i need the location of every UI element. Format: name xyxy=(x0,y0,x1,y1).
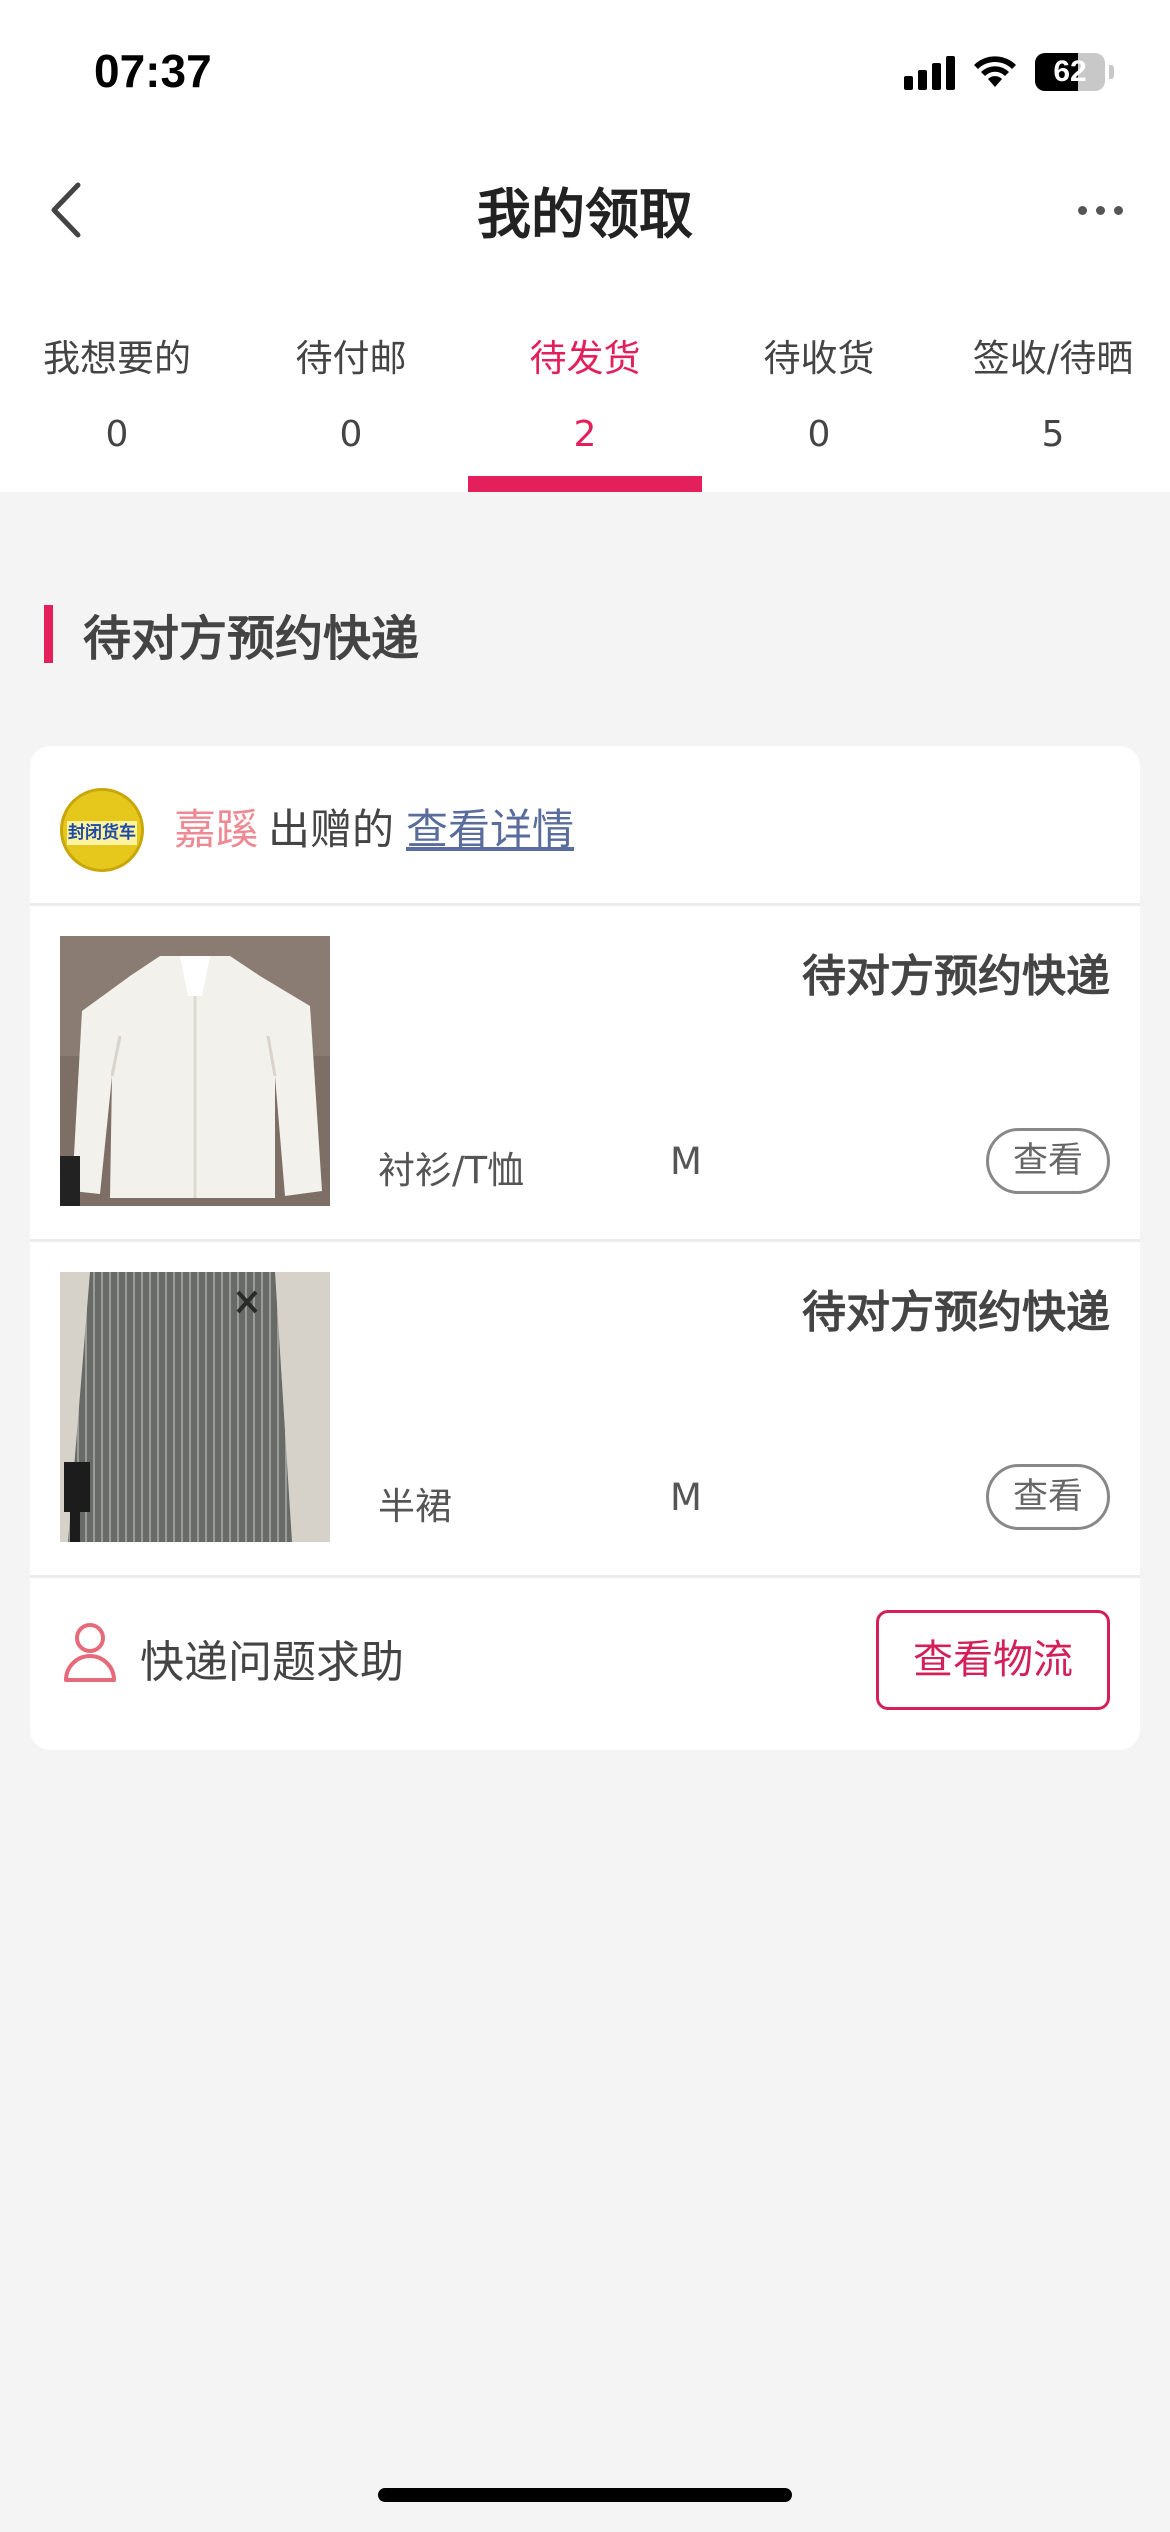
tab-label: 待付邮 xyxy=(295,337,407,380)
status-tabs: 我想要的 0 待付邮 0 待发货 2 待收货 0 签收/待晒 5 xyxy=(0,280,1170,492)
tab-count: 0 xyxy=(807,414,831,455)
tab-count: 5 xyxy=(1041,414,1065,455)
tab-count: 2 xyxy=(573,414,597,455)
page-title: 我的领取 xyxy=(477,183,693,246)
tab-wanted[interactable]: 我想要的 0 xyxy=(0,280,234,492)
person-icon xyxy=(64,1623,116,1682)
tab-pending-receipt[interactable]: 待收货 0 xyxy=(702,280,936,492)
courier-help-link[interactable]: 快递问题求助 xyxy=(140,1626,404,1690)
card-footer: 快递问题求助 查看物流 xyxy=(30,1578,1140,1750)
battery-cap xyxy=(1109,65,1114,79)
home-indicator[interactable] xyxy=(378,2488,792,2502)
tab-label: 我想要的 xyxy=(43,337,191,380)
cellular-signal-icon xyxy=(904,54,955,90)
battery-icon: 62 xyxy=(1035,53,1105,91)
status-bar: 07:37 62 xyxy=(0,0,1170,140)
order-card: 封闭货车 嘉蹊 出赠的 查看详情 待对方预约快递 衬衫/T恤 M 查看 待对方预… xyxy=(30,746,1140,1750)
more-dot-icon xyxy=(1095,205,1105,215)
tab-pending-shipment[interactable]: 待发货 2 xyxy=(468,280,702,492)
tab-count: 0 xyxy=(339,414,363,455)
active-tab-indicator xyxy=(468,476,702,492)
view-logistics-button[interactable]: 查看物流 xyxy=(876,1610,1110,1710)
view-item-button[interactable]: 查看 xyxy=(986,1128,1110,1194)
item-status: 待对方预约快递 xyxy=(802,1287,1110,1338)
view-item-button[interactable]: 查看 xyxy=(986,1464,1110,1530)
nav-header: 我的领取 xyxy=(0,140,1170,280)
item-size: M xyxy=(670,1476,702,1519)
list-item[interactable]: 待对方预约快递 半裙 M 查看 xyxy=(30,1242,1140,1578)
more-dot-icon xyxy=(1077,205,1087,215)
more-menu-button[interactable] xyxy=(1060,175,1140,245)
list-item[interactable]: 待对方预约快递 衬衫/T恤 M 查看 xyxy=(30,906,1140,1242)
battery-percent: 62 xyxy=(1053,55,1087,88)
section-accent-bar xyxy=(44,605,53,663)
status-icons: 62 xyxy=(904,48,1114,96)
tab-count: 0 xyxy=(105,414,129,455)
wifi-icon xyxy=(974,56,1016,87)
section-header: 待对方预约快递 xyxy=(44,602,420,667)
avatar-text: 封闭货车 xyxy=(67,821,137,845)
card-header: 封闭货车 嘉蹊 出赠的 查看详情 xyxy=(30,746,1140,906)
item-status: 待对方预约快递 xyxy=(802,951,1110,1002)
tab-label: 待收货 xyxy=(763,337,875,380)
item-category: 衬衫/T恤 xyxy=(378,1149,525,1192)
view-details-link[interactable]: 查看详情 xyxy=(406,805,574,854)
section-title: 待对方预约快递 xyxy=(83,611,420,667)
item-image-shirt[interactable] xyxy=(60,936,330,1206)
tab-label: 待发货 xyxy=(529,337,641,380)
tab-pending-postage[interactable]: 待付邮 0 xyxy=(234,280,468,492)
shirt-image xyxy=(60,936,330,1206)
item-image-skirt[interactable] xyxy=(60,1272,330,1542)
skirt-image xyxy=(60,1272,330,1542)
more-dot-icon xyxy=(1113,205,1123,215)
item-size: M xyxy=(670,1140,702,1183)
giver-name[interactable]: 嘉蹊 xyxy=(174,805,258,854)
status-time: 07:37 xyxy=(94,45,212,97)
tab-label: 签收/待晒 xyxy=(972,337,1134,380)
giver-line: 嘉蹊 出赠的 查看详情 xyxy=(174,796,574,857)
giver-action: 出赠的 xyxy=(268,805,395,854)
tab-signed-review[interactable]: 签收/待晒 5 xyxy=(936,280,1170,492)
avatar[interactable]: 封闭货车 xyxy=(60,788,144,872)
item-category: 半裙 xyxy=(378,1485,452,1528)
